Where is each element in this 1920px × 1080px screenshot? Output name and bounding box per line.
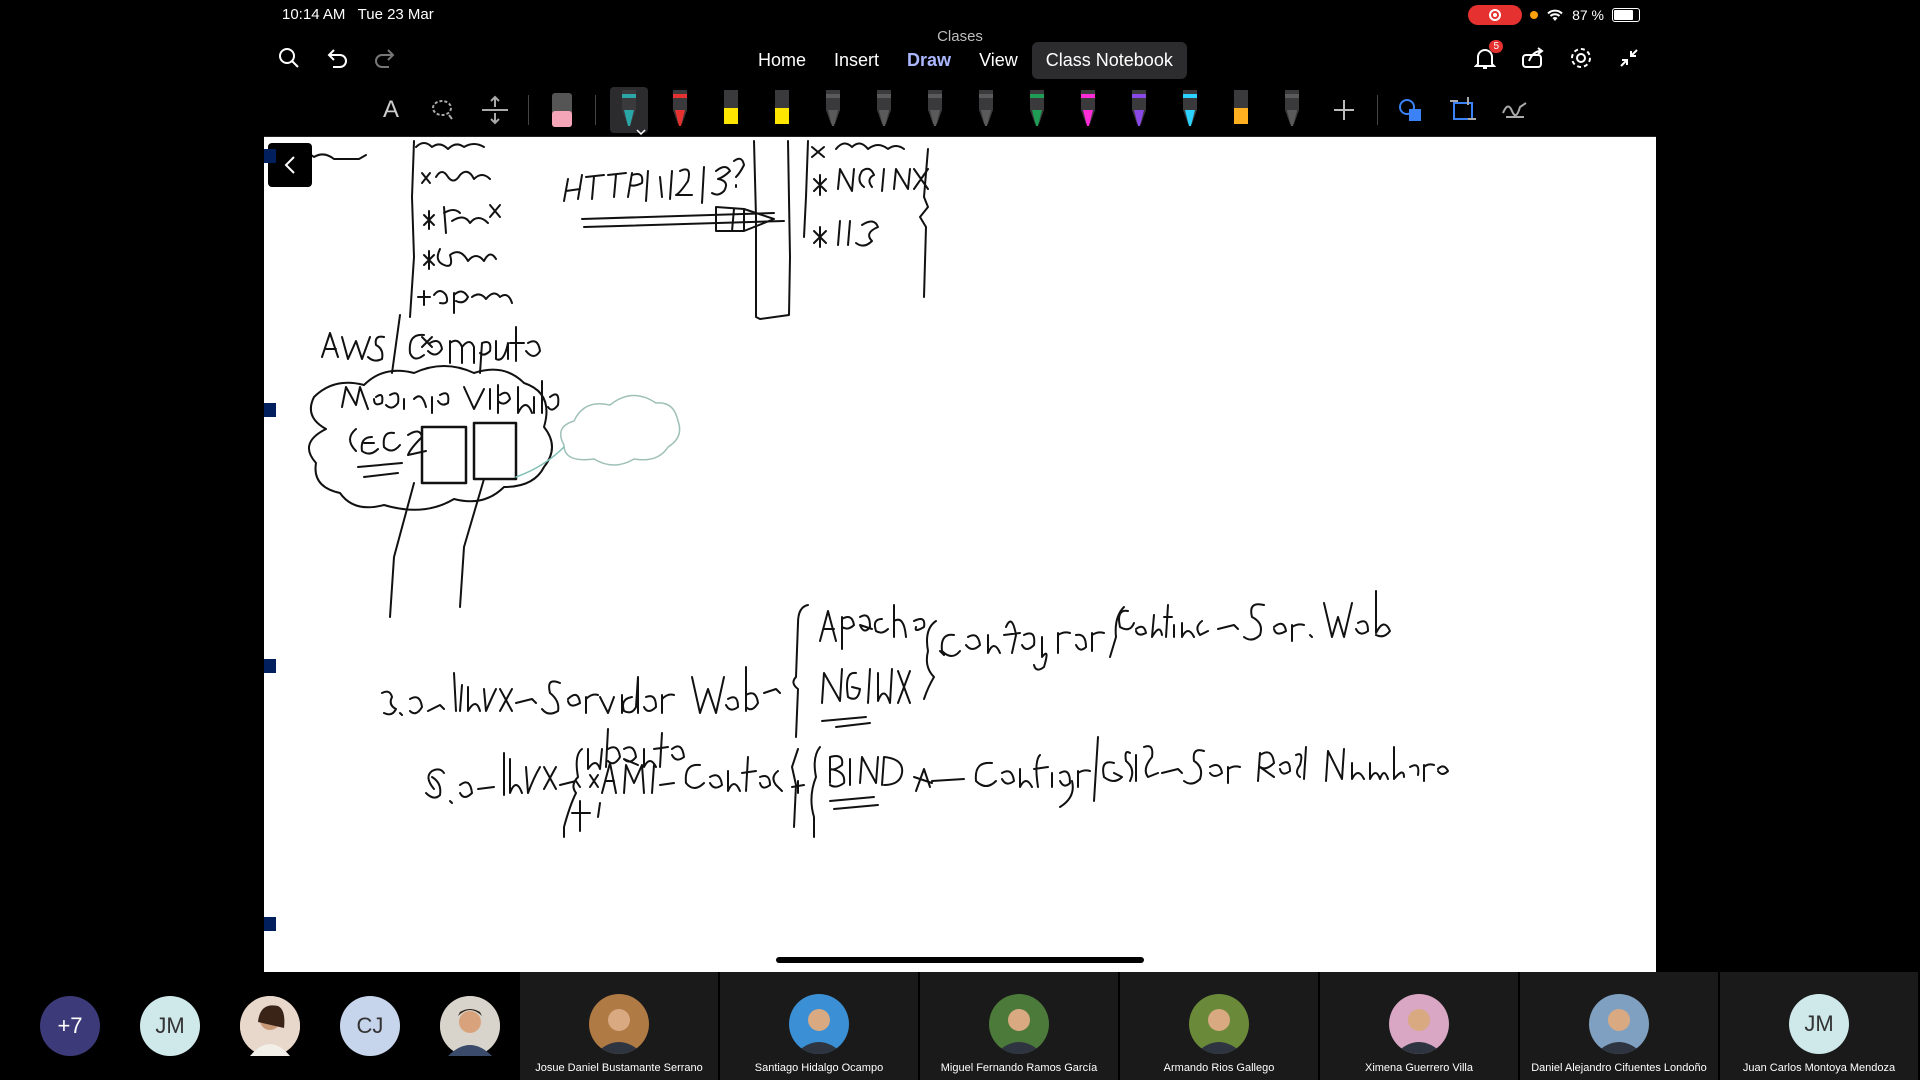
mic-in-use-dot	[1530, 11, 1539, 19]
participant-name: Armando Rios Gallego	[1163, 1062, 1275, 1074]
participant-avatar[interactable]: JM	[140, 996, 200, 1056]
ribbon-tabs: Home Insert Draw View Class Notebook	[744, 42, 1187, 79]
tab-view[interactable]: View	[965, 42, 1032, 79]
notification-count-badge: 5	[1489, 40, 1503, 53]
pen-gray-2-icon[interactable]	[865, 87, 903, 133]
participant-tile[interactable]: Santiago Hidalgo Ocampo	[720, 972, 918, 1080]
draw-tools: A	[372, 87, 1534, 135]
pen-cyan-icon[interactable]	[1171, 87, 1209, 133]
participant-name: Juan Carlos Montoya Mendoza	[1742, 1062, 1896, 1074]
page-marker-tag[interactable]	[264, 659, 276, 673]
participant-photo	[440, 996, 500, 1056]
collapse-arrows-icon[interactable]	[1616, 45, 1642, 71]
participant-tile[interactable]: Armando Rios Gallego	[1120, 972, 1318, 1080]
pen-gray-4-icon[interactable]	[967, 87, 1005, 133]
status-bar: 10:14 AM Tue 23 Mar 87 %	[264, 0, 1656, 28]
participant-tile[interactable]: Ximena Guerrero Villa	[1320, 972, 1518, 1080]
participant-name: Daniel Alejandro Cifuentes Londoño	[1531, 1062, 1707, 1074]
draw-toolbar: A	[264, 83, 1656, 137]
tab-draw[interactable]: Draw	[893, 42, 965, 79]
shapes-icon[interactable]	[1392, 87, 1430, 133]
search-icon[interactable]	[276, 45, 302, 71]
participant-name: Josue Daniel Bustamante Serrano	[535, 1062, 703, 1074]
participant-avatar[interactable]: CJ	[340, 996, 400, 1056]
settings-gear-icon[interactable]	[1568, 45, 1594, 71]
page-marker-tag[interactable]	[264, 403, 276, 417]
participant-photo	[240, 996, 300, 1056]
participant-tile[interactable]: Daniel Alejandro Cifuentes Londoño	[1520, 972, 1718, 1080]
pen-red-icon[interactable]	[661, 87, 699, 133]
participant-initials-avatar: JM	[1789, 994, 1849, 1054]
ribbon-right-actions: 5	[1472, 40, 1642, 71]
ink-to-shape-icon[interactable]	[1444, 87, 1482, 133]
participant-tiles: Josue Daniel Bustamante Serrano Santiago …	[520, 972, 1920, 1080]
pen-teal-icon[interactable]	[610, 87, 648, 135]
record-icon	[1489, 9, 1502, 21]
ipad-screen: 10:14 AM Tue 23 Mar 87 % Clases Home Ins…	[264, 0, 1656, 972]
notebook-canvas[interactable]	[264, 137, 1656, 972]
participant-avatar-row: +7 JM CJ	[40, 996, 500, 1056]
participant-name: Santiago Hidalgo Ocampo	[754, 1062, 884, 1074]
tab-home[interactable]: Home	[744, 42, 820, 79]
participant-tile[interactable]: Miguel Fernando Ramos García	[920, 972, 1118, 1080]
pen-purple-icon[interactable]	[1120, 87, 1158, 133]
status-indicators: 87 %	[1468, 5, 1640, 25]
battery-percent: 87 %	[1572, 7, 1604, 23]
wifi-icon	[1547, 9, 1563, 21]
pen-palette	[610, 87, 1311, 135]
ribbon: Clases Home Insert Draw View Class Noteb…	[264, 28, 1656, 83]
screen-record-indicator[interactable]	[1468, 5, 1523, 25]
participant-avatar[interactable]	[440, 996, 500, 1056]
insert-space-icon[interactable]	[476, 87, 514, 133]
notifications-bell-icon[interactable]: 5	[1472, 40, 1503, 71]
pen-gray-5-icon[interactable]	[1273, 87, 1311, 133]
more-participants-button[interactable]: +7	[40, 996, 100, 1056]
status-time: 10:14 AM Tue 23 Mar	[282, 6, 434, 23]
toolbar-separator	[1377, 95, 1378, 125]
eraser-icon[interactable]	[543, 87, 581, 133]
type-text-icon[interactable]: A	[372, 87, 410, 133]
participant-photo	[589, 994, 649, 1054]
highlighter-yellow-icon[interactable]	[712, 87, 750, 133]
highlighter-orange-icon[interactable]	[1222, 87, 1260, 133]
ribbon-left-actions	[276, 45, 398, 71]
ink-to-text-icon[interactable]	[1496, 87, 1534, 133]
tab-class-notebook[interactable]: Class Notebook	[1031, 42, 1187, 79]
handwritten-ink	[293, 140, 1449, 838]
page-marker-tag[interactable]	[264, 149, 276, 163]
pen-gray-3-icon[interactable]	[916, 87, 954, 133]
meeting-participants-strip: +7 JM CJ Josue Daniel Bustamante Serrano…	[0, 972, 1920, 1080]
participant-photo	[1189, 994, 1249, 1054]
home-indicator[interactable]	[776, 957, 1144, 963]
pen-gray-1-icon[interactable]	[814, 87, 852, 133]
tab-insert[interactable]: Insert	[820, 42, 893, 79]
participant-photo	[989, 994, 1049, 1054]
toolbar-separator	[528, 95, 529, 125]
participant-avatar[interactable]	[240, 996, 300, 1056]
highlighter-yellow-2-icon[interactable]	[763, 87, 801, 133]
participant-photo	[789, 994, 849, 1054]
participant-name: Miguel Fernando Ramos García	[940, 1062, 1098, 1074]
lasso-select-icon[interactable]	[424, 87, 462, 133]
page-marker-tag[interactable]	[264, 917, 276, 931]
share-icon[interactable]	[1520, 45, 1546, 71]
redo-icon[interactable]	[372, 45, 398, 71]
participant-name: Ximena Guerrero Villa	[1364, 1062, 1473, 1074]
add-pen-plus-icon[interactable]	[1325, 87, 1363, 133]
undo-icon[interactable]	[324, 45, 350, 71]
participant-photo	[1389, 994, 1449, 1054]
participant-photo	[1589, 994, 1649, 1054]
participant-tile[interactable]: JM Juan Carlos Montoya Mendoza	[1720, 972, 1918, 1080]
toolbar-separator	[595, 95, 596, 125]
pen-green-icon[interactable]	[1018, 87, 1056, 133]
pen-magenta-icon[interactable]	[1069, 87, 1107, 133]
battery-icon	[1612, 8, 1640, 22]
participant-tile[interactable]: Josue Daniel Bustamante Serrano	[520, 972, 718, 1080]
